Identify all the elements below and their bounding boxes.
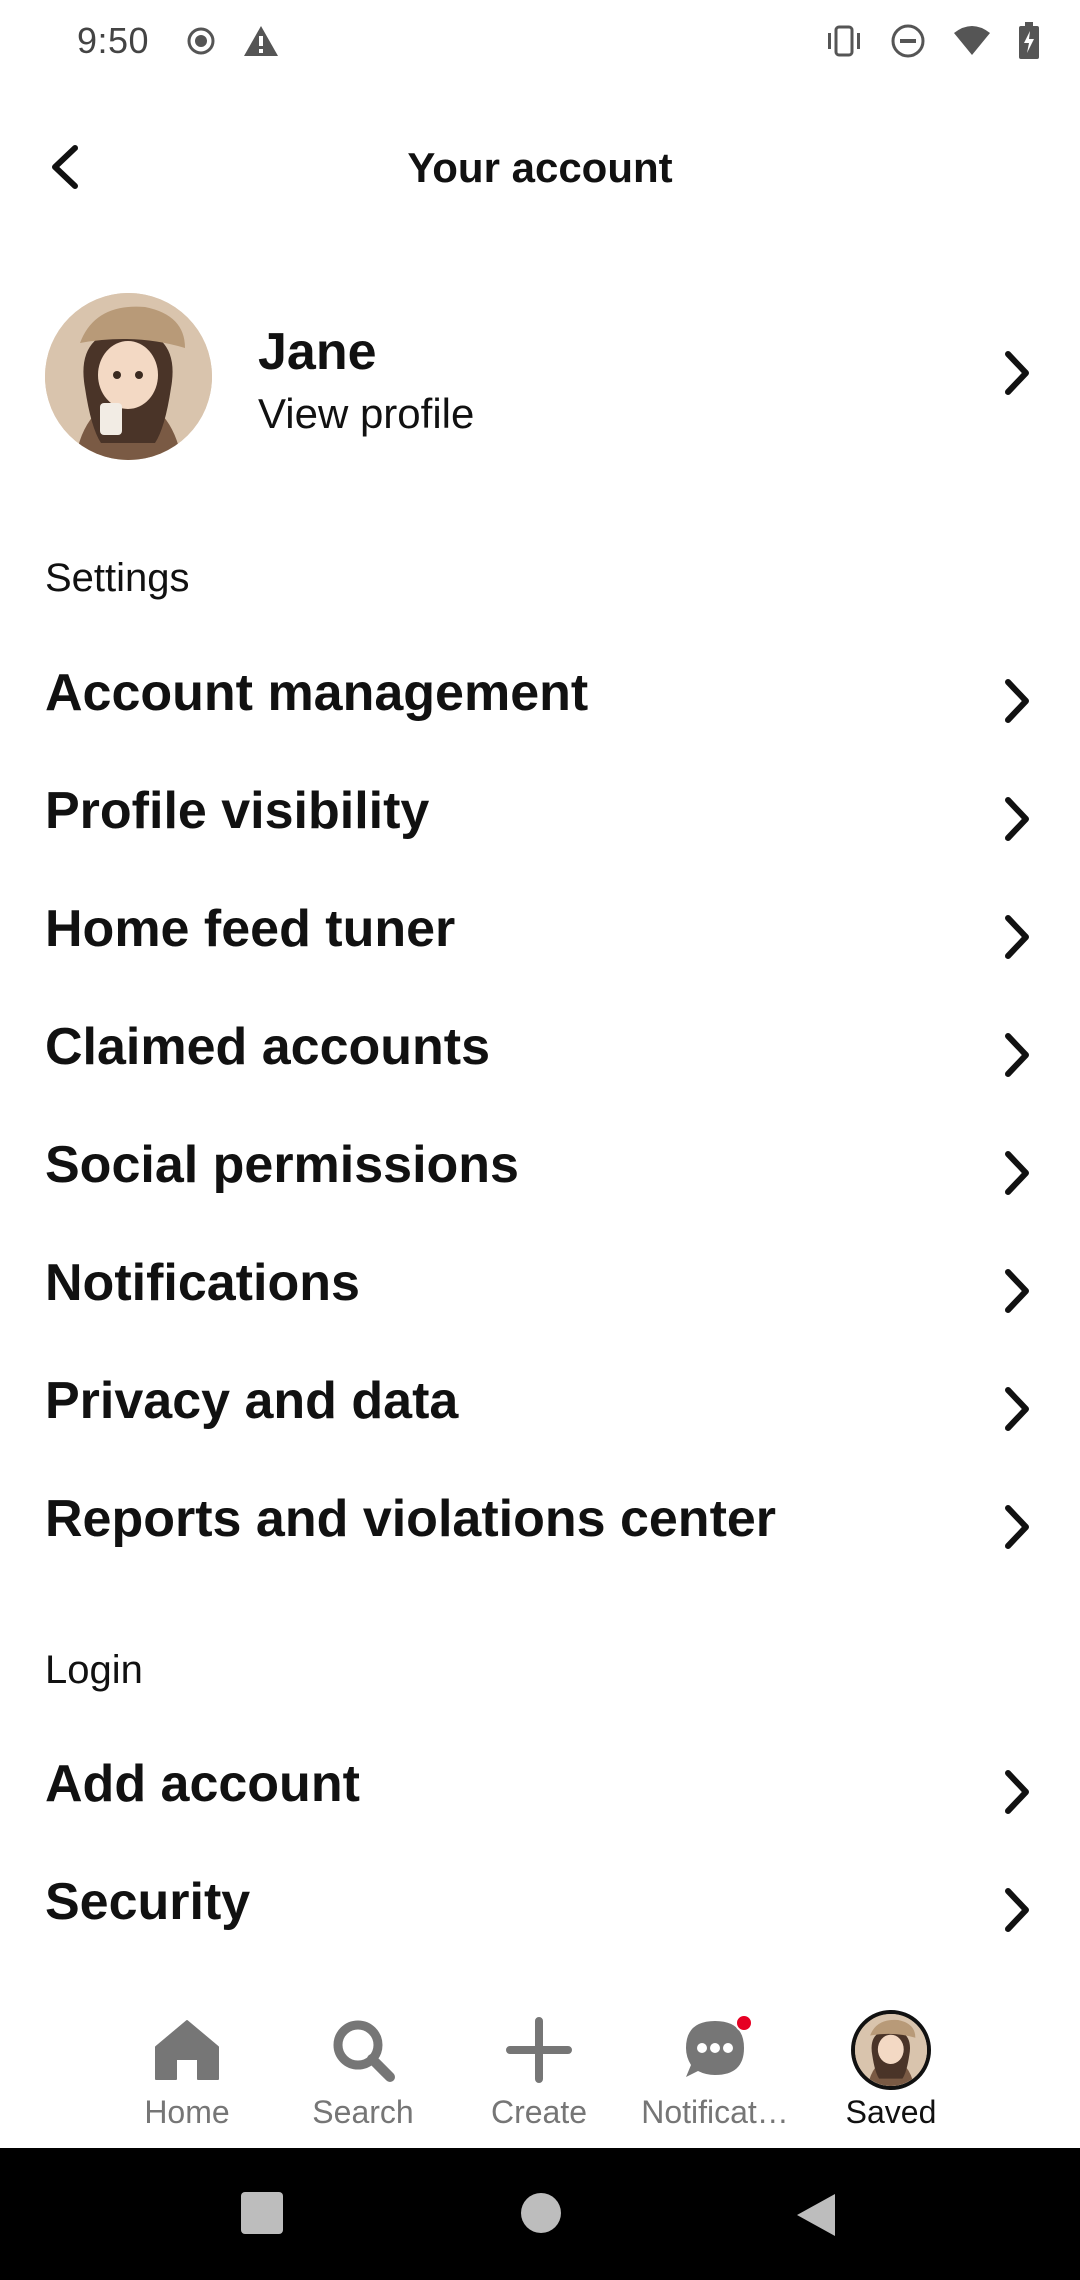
profile-row[interactable]: Jane View profile	[0, 280, 1080, 460]
nav-home[interactable]: Home	[97, 2010, 277, 2148]
recents-button[interactable]	[241, 2192, 283, 2239]
login-item-add-account[interactable]: Add account	[0, 1729, 1080, 1839]
nav-label: Notificat…	[641, 2094, 789, 2130]
do-not-disturb-icon	[890, 23, 926, 64]
settings-item-notifications[interactable]: Notifications	[0, 1228, 1080, 1338]
record-icon	[186, 26, 216, 61]
chevron-right-icon	[1002, 1504, 1032, 1555]
profile-name: Jane	[258, 323, 377, 381]
avatar	[45, 293, 212, 460]
list-item-label: Social permissions	[45, 1136, 519, 1194]
search-icon	[323, 2010, 403, 2090]
battery-charging-icon	[1018, 22, 1040, 65]
chat-bubble-icon	[675, 2010, 755, 2090]
chevron-right-icon	[1002, 1386, 1032, 1437]
view-profile-link[interactable]: View profile	[258, 390, 474, 438]
chevron-right-icon	[1002, 350, 1032, 401]
chevron-right-icon	[1002, 1769, 1032, 1820]
nav-label: Home	[144, 2094, 230, 2130]
list-item-label: Claimed accounts	[45, 1018, 491, 1076]
list-item-label: Add account	[45, 1755, 360, 1813]
plus-icon	[499, 2010, 579, 2090]
chevron-right-icon	[1002, 796, 1032, 847]
settings-section-label: Settings	[45, 556, 190, 600]
nav-label: Create	[490, 2094, 588, 2130]
back-button[interactable]	[795, 2192, 837, 2243]
nav-saved[interactable]: Saved	[801, 2010, 981, 2148]
home-button[interactable]	[520, 2192, 562, 2239]
nav-notifications[interactable]: Notificat…	[625, 2010, 805, 2148]
system-navigation-bar	[0, 2148, 1080, 2280]
login-section-label: Login	[45, 1648, 143, 1692]
header: Your account	[0, 120, 1080, 220]
list-item-label: Profile visibility	[45, 782, 430, 840]
nav-search[interactable]: Search	[273, 2010, 453, 2148]
status-bar: 9:50	[0, 0, 1080, 90]
nav-label: Saved	[845, 2094, 937, 2130]
page-title: Your account	[407, 144, 673, 191]
list-item-label: Home feed tuner	[45, 900, 456, 958]
settings-item-privacy-and-data[interactable]: Privacy and data	[0, 1346, 1080, 1456]
avatar	[851, 2010, 931, 2090]
bottom-nav: Home Search Create Notificat… Saved	[0, 2000, 1080, 2148]
nav-label: Search	[312, 2094, 414, 2130]
chevron-right-icon	[1002, 914, 1032, 965]
list-item-label: Privacy and data	[45, 1372, 459, 1430]
home-icon	[147, 2010, 227, 2090]
list-item-label: Account management	[45, 664, 589, 722]
settings-item-account-management[interactable]: Account management	[0, 638, 1080, 748]
list-item-label: Security	[45, 1873, 251, 1931]
chevron-right-icon	[1002, 1032, 1032, 1083]
chevron-right-icon	[1002, 1150, 1032, 1201]
wifi-icon	[952, 25, 992, 62]
chevron-right-icon	[1002, 1887, 1032, 1938]
notification-badge	[735, 2014, 753, 2032]
list-item-label: Reports and violations center	[45, 1490, 777, 1548]
settings-item-home-feed-tuner[interactable]: Home feed tuner	[0, 874, 1080, 984]
chevron-right-icon	[1002, 678, 1032, 729]
chevron-right-icon	[1002, 1268, 1032, 1319]
vibrate-icon	[824, 24, 864, 63]
settings-item-claimed-accounts[interactable]: Claimed accounts	[0, 992, 1080, 1102]
nav-create[interactable]: Create	[449, 2010, 629, 2148]
login-item-security[interactable]: Security	[0, 1847, 1080, 1957]
settings-item-profile-visibility[interactable]: Profile visibility	[0, 756, 1080, 866]
settings-item-reports-and-violations-center[interactable]: Reports and violations center	[0, 1464, 1080, 1574]
status-time: 9:50	[77, 20, 150, 61]
list-item-label: Notifications	[45, 1254, 360, 1312]
warning-icon	[242, 24, 280, 63]
settings-item-social-permissions[interactable]: Social permissions	[0, 1110, 1080, 1220]
